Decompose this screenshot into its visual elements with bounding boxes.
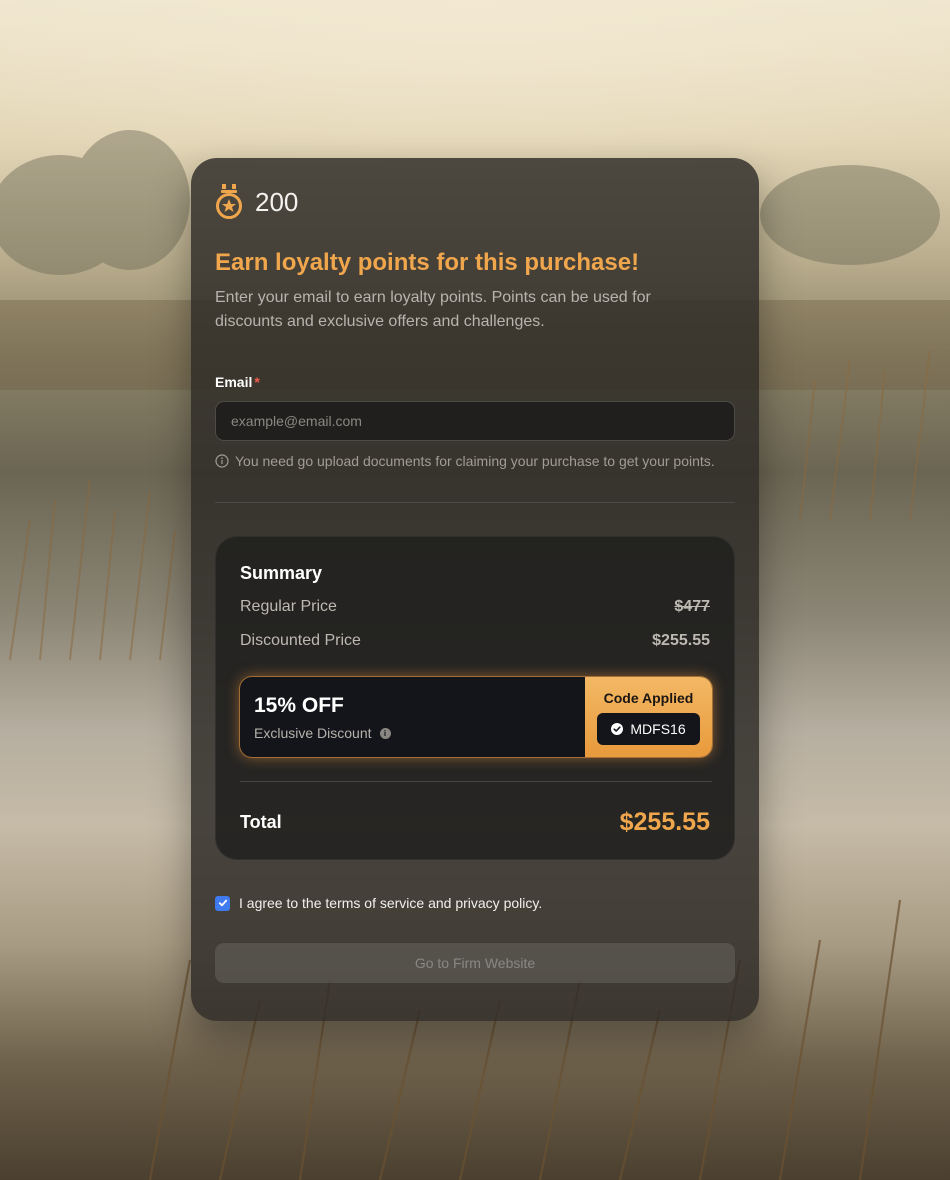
checkmark-icon [218, 899, 227, 907]
points-balance: 200 [215, 182, 735, 222]
discount-banner: 15% OFF Exclusive Discount i Code Applie… [240, 677, 712, 757]
email-hint: You need go upload documents for claimin… [215, 453, 735, 469]
discounted-price-label: Discounted Price [240, 632, 361, 649]
discount-info-icon[interactable]: i [379, 727, 391, 739]
summary-panel: Summary Regular Price $477 Discounted Pr… [215, 536, 735, 860]
discounted-price-value: $255.55 [652, 632, 710, 649]
total-value: $255.55 [619, 807, 710, 836]
code-applied-panel: Code Applied MDFS16 [585, 677, 712, 757]
email-label-text: Email [215, 374, 253, 390]
loyalty-card: 200 Earn loyalty points for this purchas… [191, 158, 759, 1021]
code-applied-label: Code Applied [603, 690, 694, 706]
total-label: Total [240, 811, 282, 832]
summary-divider [240, 781, 712, 782]
regular-price-label: Regular Price [240, 598, 337, 615]
discount-subtitle: Exclusive Discount [254, 725, 372, 741]
terms-text: I agree to the terms of service and priv… [239, 895, 543, 911]
email-label: Email * [215, 374, 735, 390]
summary-title: Summary [240, 563, 323, 583]
total-row: Total $255.55 [240, 806, 710, 838]
go-to-firm-website-button[interactable]: Go to Firm Website [215, 943, 735, 983]
points-value: 200 [255, 186, 299, 217]
regular-price-value: $477 [674, 598, 710, 615]
required-mark: * [254, 374, 260, 390]
headline: Earn loyalty points for this purchase! [215, 249, 640, 276]
promo-code-badge: MDFS16 [597, 713, 700, 745]
medal-star-icon [216, 184, 242, 219]
terms-checkbox[interactable] [215, 895, 230, 911]
section-divider [215, 502, 735, 503]
email-hint-text: You need go upload documents for claimin… [235, 453, 715, 469]
discounted-price-row: Discounted Price $255.55 [240, 629, 710, 653]
regular-price-row: Regular Price $477 [240, 595, 710, 619]
check-circle-icon [611, 723, 624, 735]
discount-percent: 15% OFF [254, 694, 344, 717]
discount-subtitle-row: Exclusive Discount i [254, 725, 571, 741]
email-input[interactable] [215, 401, 735, 441]
promo-code: MDFS16 [630, 721, 686, 737]
terms-agreement[interactable]: I agree to the terms of service and priv… [215, 893, 735, 913]
discount-info: 15% OFF Exclusive Discount i [240, 677, 585, 757]
description: Enter your email to earn loyalty points.… [215, 289, 651, 330]
info-icon [215, 454, 229, 468]
